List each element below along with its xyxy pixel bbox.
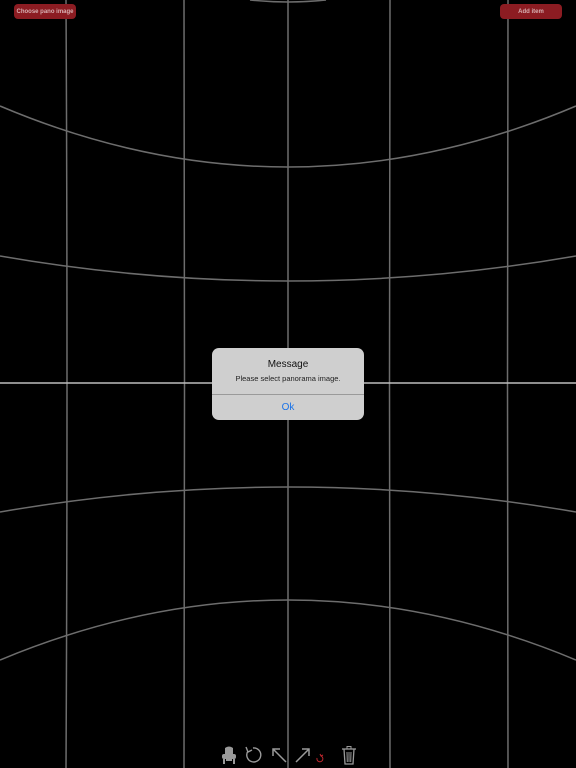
alert-message: Please select panorama image. [235, 374, 341, 383]
choose-pano-button[interactable]: Choose pano image [14, 4, 76, 19]
arrow-up-right-icon[interactable] [292, 744, 314, 766]
rotate-active-icon[interactable] [314, 744, 326, 766]
add-item-button[interactable]: Add item [500, 4, 562, 19]
bottom-toolbar [216, 744, 360, 766]
alert-ok-button[interactable]: Ok [212, 395, 364, 420]
grid-line-vertical [183, 0, 186, 768]
grid-line-vertical [506, 0, 509, 768]
chair-icon[interactable] [218, 744, 240, 766]
grid-line-vertical [65, 0, 68, 768]
rotate-icon[interactable] [242, 744, 264, 766]
arrow-up-left-icon[interactable] [268, 744, 290, 766]
trash-icon[interactable] [338, 744, 360, 766]
panorama-view[interactable]: Choose pano image Add item Message Pleas… [0, 0, 576, 768]
alert-title: Message [267, 359, 309, 370]
grid-line-vertical [388, 0, 391, 768]
alert-dialog: Message Please select panorama image. Ok [212, 348, 364, 420]
